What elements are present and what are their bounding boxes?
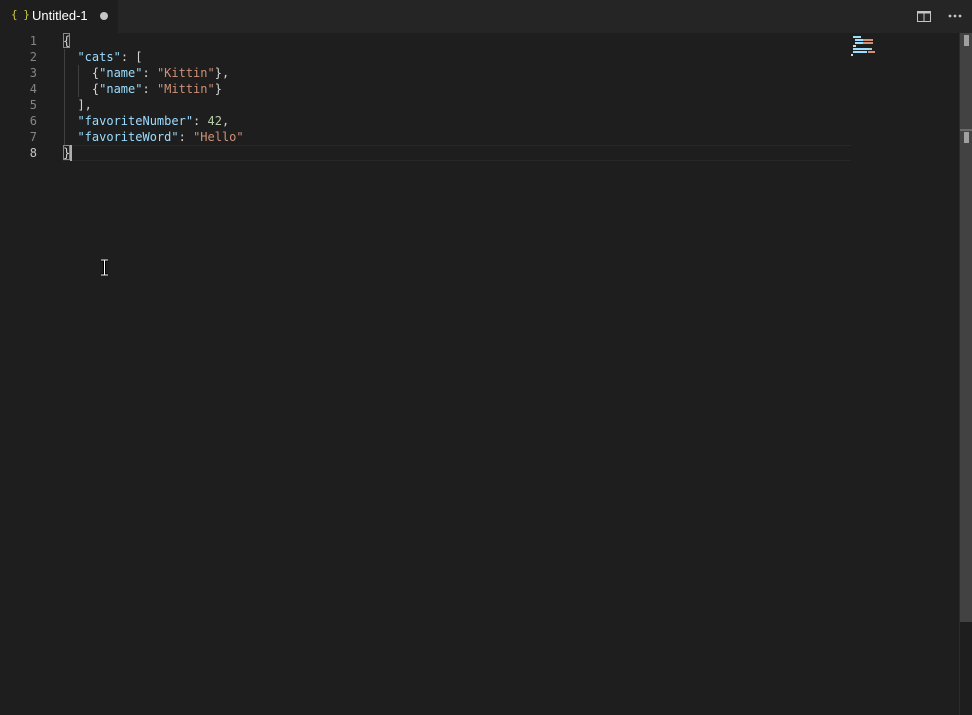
scroll-marker bbox=[964, 35, 969, 46]
minimap-line bbox=[863, 42, 873, 44]
minimap-line bbox=[853, 45, 856, 47]
line-number: 8 bbox=[29, 146, 37, 160]
current-line-highlight bbox=[63, 145, 851, 161]
scroll-marker bbox=[964, 132, 969, 143]
code-line[interactable]: "favoriteWord": "Hello" bbox=[63, 129, 244, 145]
code-token: "cats" bbox=[77, 50, 121, 64]
code-token: "Kittin" bbox=[156, 66, 215, 80]
code-token: "Mittin" bbox=[156, 82, 215, 96]
code-token: 42 bbox=[207, 114, 222, 128]
code-line[interactable]: "cats": [ bbox=[63, 49, 143, 65]
code-token: "favoriteNumber" bbox=[77, 114, 194, 128]
overview-ruler-cursor bbox=[960, 129, 972, 131]
minimap-line bbox=[863, 39, 873, 41]
code-line[interactable]: {"name": "Kittin"}, bbox=[63, 65, 229, 81]
code-token: "Hello" bbox=[193, 130, 244, 144]
code-token: { bbox=[63, 34, 71, 48]
line-number: 2 bbox=[29, 50, 37, 64]
code-token: { bbox=[63, 66, 100, 80]
minimap-line bbox=[853, 51, 867, 53]
minimap-line bbox=[868, 51, 875, 53]
line-number: 3 bbox=[29, 66, 37, 80]
mouse-ibeam-cursor-icon bbox=[100, 258, 109, 277]
code-token: : bbox=[142, 82, 157, 96]
code-token: } bbox=[214, 82, 222, 96]
tab-untitled-1[interactable]: { } Untitled-1 bbox=[0, 0, 118, 33]
minimap-line bbox=[855, 42, 863, 44]
code-token: { bbox=[63, 82, 100, 96]
text-cursor bbox=[70, 145, 72, 161]
minimap-line bbox=[853, 48, 869, 50]
json-file-icon: { } bbox=[11, 8, 30, 21]
minimap-line bbox=[853, 36, 861, 38]
code-token: }, bbox=[214, 66, 230, 80]
unsaved-changes-dot-icon[interactable] bbox=[100, 12, 108, 20]
tab-title: Untitled-1 bbox=[32, 8, 88, 23]
code-token: : bbox=[178, 130, 194, 144]
line-number: 4 bbox=[29, 82, 37, 96]
scrollbar-slider[interactable] bbox=[960, 33, 972, 622]
line-number: 5 bbox=[29, 98, 37, 112]
editor-tab-bar: { } Untitled-1 bbox=[0, 0, 972, 33]
line-number: 7 bbox=[29, 130, 37, 144]
line-number: 6 bbox=[29, 114, 37, 128]
code-token: : [ bbox=[120, 50, 143, 64]
minimap-line bbox=[851, 54, 853, 56]
code-line[interactable]: {"name": "Mittin"} bbox=[63, 81, 222, 97]
code-line[interactable]: "favoriteNumber": 42, bbox=[63, 113, 229, 129]
line-number: 1 bbox=[29, 34, 37, 48]
code-token: , bbox=[221, 114, 230, 128]
minimap[interactable] bbox=[851, 33, 959, 93]
minimap-line bbox=[855, 39, 863, 41]
code-token: "favoriteWord" bbox=[77, 130, 179, 144]
code-token: "name" bbox=[99, 66, 143, 80]
split-editor-icon[interactable] bbox=[916, 8, 932, 24]
more-actions-icon[interactable] bbox=[947, 8, 963, 24]
code-line[interactable]: ], bbox=[63, 97, 92, 113]
code-token: "name" bbox=[99, 82, 143, 96]
code-editor[interactable]: 12345678 { "cats": [ {"name": "Kittin"},… bbox=[0, 33, 972, 715]
minimap-line bbox=[869, 48, 872, 50]
code-token: : bbox=[142, 66, 157, 80]
code-token: ], bbox=[63, 98, 92, 112]
vertical-scrollbar[interactable] bbox=[959, 33, 972, 715]
code-token: : bbox=[193, 114, 208, 128]
code-line[interactable]: { bbox=[63, 33, 70, 49]
